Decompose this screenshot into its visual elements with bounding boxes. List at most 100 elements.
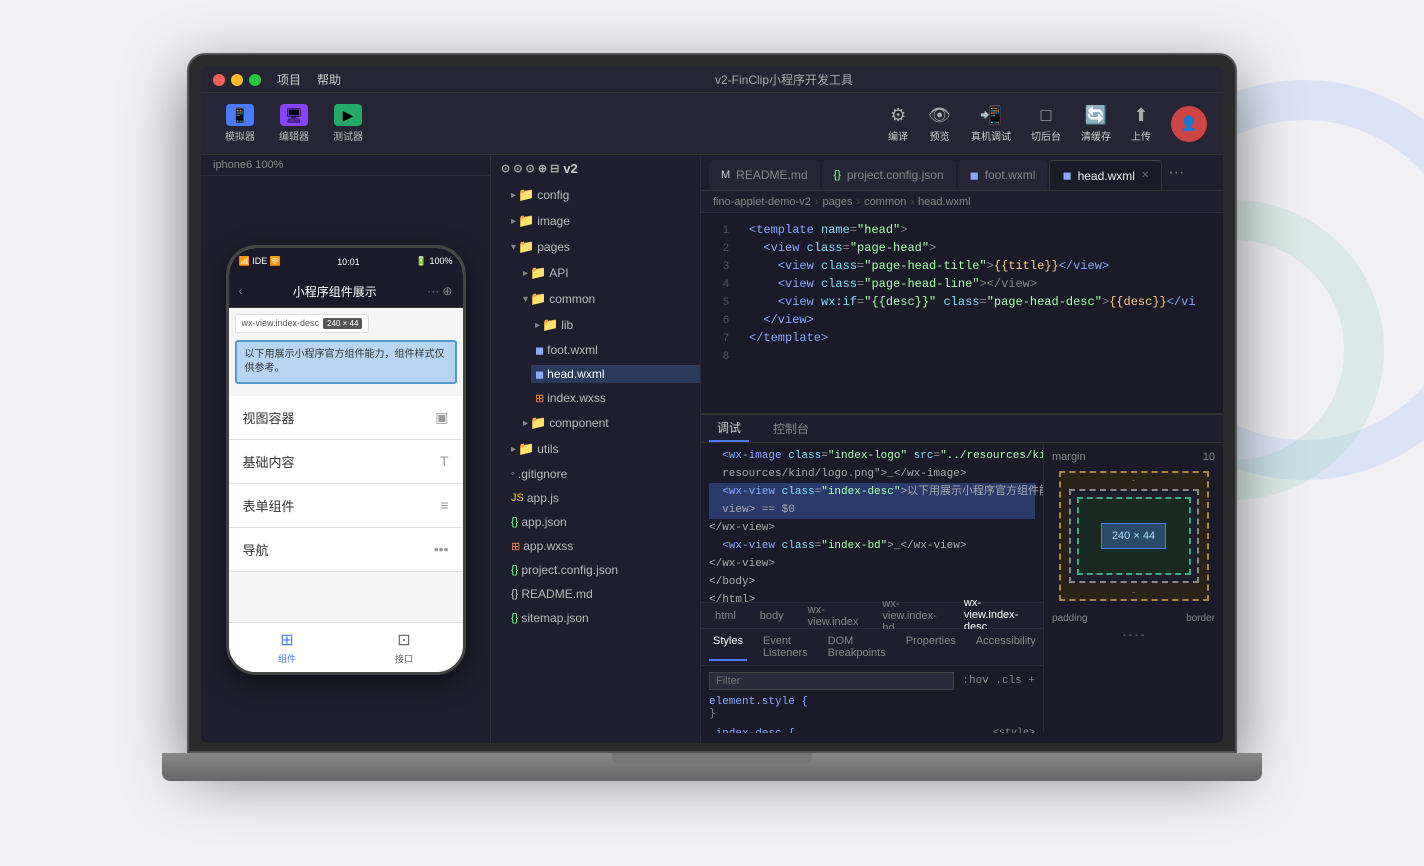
folder-component[interactable]: 📁 component <box>491 410 700 436</box>
box-model-diagram: - - 240 × 44 <box>1059 471 1209 601</box>
folder-api[interactable]: 📁 API <box>491 260 700 286</box>
style-brace-element: } <box>709 708 716 720</box>
list-item-2[interactable]: 表单组件 ≡ <box>229 484 463 528</box>
tablet-icon: 🖥 <box>280 104 308 126</box>
avatar[interactable]: 👤 <box>1171 106 1207 142</box>
tab-project-icon: {} <box>834 169 841 181</box>
folder-pages[interactable]: 📁 pages <box>491 234 700 260</box>
action-upload[interactable]: ⬆ 上传 <box>1131 105 1151 143</box>
minimize-button[interactable] <box>231 74 243 86</box>
file-project-config[interactable]: {} project.config.json <box>491 558 700 582</box>
dom-section: <wx-image class="index-logo" src="../res… <box>701 443 1043 603</box>
action-preview[interactable]: 👁 预览 <box>928 105 951 143</box>
styles-panel: :hov .cls + element.style { } <box>701 666 1043 733</box>
btn-test[interactable]: ▶ 测试器 <box>325 100 371 147</box>
padding-label: padding <box>1052 613 1088 624</box>
action-cut[interactable]: □ 切后台 <box>1031 105 1061 143</box>
tab-head-wxml[interactable]: ◼ head.wxml ✕ <box>1049 160 1162 190</box>
file-index-wxss[interactable]: ⊞ index.wxss <box>491 386 700 410</box>
list-icon-3: ••• <box>434 541 449 557</box>
file-app-json[interactable]: {} app.json <box>491 510 700 534</box>
tab-readme-label: README.md <box>736 168 807 182</box>
file-app-wxss[interactable]: ⊞ app.wxss <box>491 534 700 558</box>
file-sitemap[interactable]: {} sitemap.json <box>491 606 700 630</box>
folder-icon-component: 📁 <box>530 415 546 431</box>
tab-foot-wxml[interactable]: ◼ foot.wxml <box>958 160 1048 190</box>
folder-icon-config: 📁 <box>518 187 534 203</box>
style-selector-index-desc: .index-desc { <box>709 728 795 733</box>
close-button[interactable] <box>213 74 225 86</box>
nav-components[interactable]: ⊞ 组件 <box>278 630 296 665</box>
code-editor[interactable]: 1 2 3 4 5 6 7 8 <template name="head"> <box>701 213 1223 413</box>
folder-icon-lib: 📁 <box>542 317 558 333</box>
btn-tablet[interactable]: 🖥 编辑器 <box>271 100 317 147</box>
file-app-js-label: app.js <box>527 491 559 505</box>
style-tab-events[interactable]: Event Listeners <box>759 633 812 661</box>
tab-close-icon[interactable]: ✕ <box>1141 170 1149 181</box>
code-content[interactable]: <template name="head"> <view class="page… <box>737 213 1223 413</box>
menu-item-project[interactable]: 项目 <box>277 71 301 88</box>
devtools-left: <wx-image class="index-logo" src="../res… <box>701 443 1043 733</box>
app-title: 小程序组件展示 <box>293 283 377 300</box>
btn-mobile[interactable]: 📱 模拟器 <box>217 100 263 147</box>
maximize-button[interactable] <box>249 74 261 86</box>
style-tab-access[interactable]: Accessibility <box>972 633 1040 661</box>
style-tab-dom-bp[interactable]: DOM Breakpoints <box>824 633 890 661</box>
code-line-7: </template> <box>749 329 1211 347</box>
style-filter-input[interactable] <box>709 672 954 690</box>
border-label: border <box>1186 613 1215 624</box>
list-item-1[interactable]: 基础内容 T <box>229 440 463 484</box>
folder-image-label: image <box>537 214 570 228</box>
folder-config[interactable]: 📁 config <box>491 182 700 208</box>
el-tab-wx-view-index[interactable]: wx-view.index <box>802 602 865 630</box>
tab-foot-label: foot.wxml <box>985 168 1036 182</box>
folder-common[interactable]: 📁 common <box>491 286 700 312</box>
dom-line-7: </body> <box>709 573 1035 591</box>
main-content: iphone6 100% 📶 IDE 🛜 10:01 🔋 100% ‹ <box>201 155 1223 743</box>
dom-line-2[interactable]: <wx-view class="index-desc">以下用展示小程序官方组件… <box>709 483 1035 501</box>
file-tree: ⊙ ⊙ ⊙ ⊕ ⊟ v2 📁 config <box>491 155 701 743</box>
element-class: wx-view.index-desc <box>242 318 320 328</box>
action-device-debug[interactable]: 📲 真机调试 <box>971 105 1011 143</box>
file-head-wxml[interactable]: ◼ head.wxml <box>491 362 700 386</box>
folder-icon-pages: 📁 <box>518 239 534 255</box>
file-icon-projectconfig: {} <box>511 564 518 576</box>
dom-line-4: </wx-view> <box>709 519 1035 537</box>
test-icon: ▶ <box>334 104 362 126</box>
bottom-tab-console[interactable]: 控制台 <box>765 416 817 441</box>
action-compile[interactable]: ⚙ 编译 <box>888 105 908 143</box>
tab-project-config[interactable]: {} project.config.json <box>822 160 956 190</box>
file-sitemap-label: sitemap.json <box>521 611 588 625</box>
style-tab-props[interactable]: Properties <box>902 633 960 661</box>
file-readme[interactable]: {} README.md <box>491 582 700 606</box>
folder-image[interactable]: 📁 image <box>491 208 700 234</box>
list-item-3[interactable]: 导航 ••• <box>229 528 463 572</box>
action-clear[interactable]: 🔄 清缓存 <box>1081 105 1111 143</box>
folder-lib[interactable]: 📁 lib <box>491 312 700 338</box>
tab-foot-icon: ◼ <box>970 169 979 182</box>
list-item-0[interactable]: 视图容器 ▣ <box>229 396 463 440</box>
tab-more-icon[interactable]: ··· <box>1168 164 1184 182</box>
style-tab-styles[interactable]: Styles <box>709 633 747 661</box>
tab-readme[interactable]: M README.md <box>709 160 820 190</box>
list-text-1: 基础内容 <box>243 452 295 471</box>
cut-icon: □ <box>1041 105 1052 126</box>
el-tab-body[interactable]: body <box>754 608 790 624</box>
folder-icon-api: 📁 <box>530 265 546 281</box>
code-line-4: <view class="page-head-line"></view> <box>749 275 1211 293</box>
chevron-pages <box>511 242 516 253</box>
nav-components-label: 组件 <box>278 652 296 665</box>
folder-utils[interactable]: 📁 utils <box>491 436 700 462</box>
file-gitignore[interactable]: ◦ .gitignore <box>491 462 700 486</box>
file-app-js[interactable]: JS app.js <box>491 486 700 510</box>
menu-item-help[interactable]: 帮助 <box>317 71 341 88</box>
file-foot-wxml[interactable]: ◼ foot.wxml <box>491 338 700 362</box>
file-head-label: head.wxml <box>547 367 604 381</box>
box-model-header: margin 10 <box>1052 451 1215 463</box>
nav-api[interactable]: ⊡ 接口 <box>395 630 413 665</box>
el-tab-html[interactable]: html <box>709 608 742 624</box>
breadcrumb-sep-1: › <box>857 196 861 208</box>
file-icon-appjson: {} <box>511 516 518 528</box>
bottom-tab-debug[interactable]: 调试 <box>709 415 749 442</box>
file-icon-foot: ◼ <box>535 344 544 357</box>
